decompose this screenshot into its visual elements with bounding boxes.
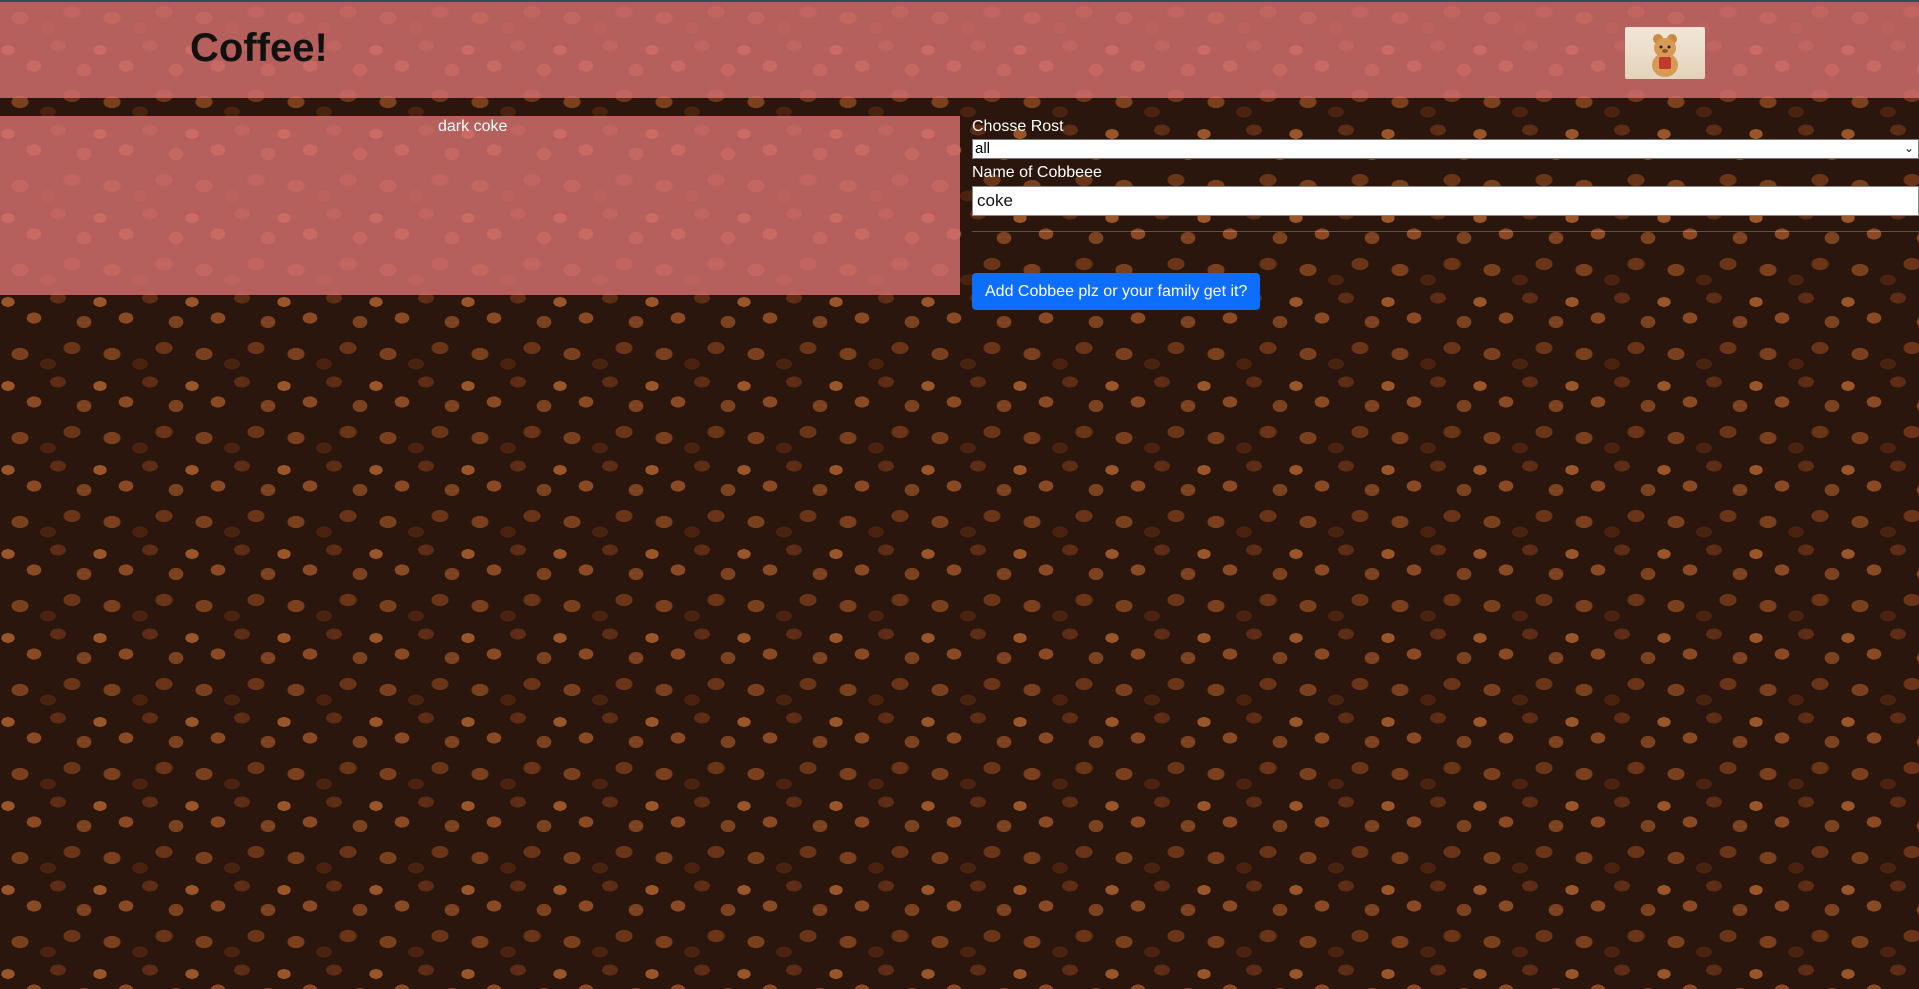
form-divider <box>972 231 1919 232</box>
coffee-list-panel: dark coke <box>0 116 960 295</box>
site-header: Coffee! <box>0 0 1919 98</box>
site-title: Coffee! <box>190 26 328 70</box>
add-coffee-button[interactable]: Add Cobbee plz or your family get it? <box>972 273 1261 310</box>
roast-label: Chosse Rost <box>972 118 1064 135</box>
add-coffee-form: Chosse Rost all ⌄ Name of Cobbeee Add Co… <box>972 116 1919 310</box>
coffee-item-name: dark coke <box>438 118 508 135</box>
name-label: Name of Cobbeee <box>972 164 1102 181</box>
chevron-down-icon: ⌄ <box>1903 141 1914 155</box>
roast-select[interactable]: all ⌄ <box>972 139 1919 159</box>
coffee-name-input[interactable] <box>972 186 1919 216</box>
bear-mascot-icon <box>1625 27 1705 79</box>
roast-select-value: all <box>975 140 991 157</box>
